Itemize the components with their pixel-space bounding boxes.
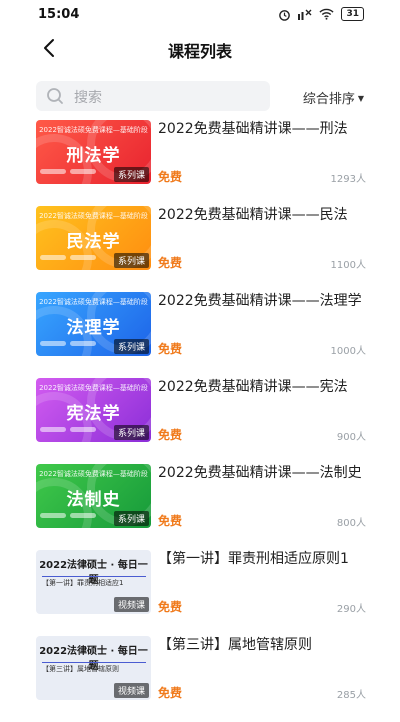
course-thumbnail: 2022法律硕士 · 每日一题 【第三讲】属地管辖原则 视频课	[36, 636, 151, 700]
course-thumbnail: 2022智诚法硕免费课程—基础阶段民法学 系列课	[36, 206, 151, 270]
thumb-pills	[40, 513, 96, 518]
course-title: 【第一讲】罪责刑相适应原则1	[158, 551, 349, 567]
course-thumbnail: 2022智诚法硕免费课程—基础阶段法制史 系列课	[36, 464, 151, 528]
course-price: 免费	[158, 170, 183, 184]
thumb-header: 2022智诚法硕免费课程—基础阶段	[39, 212, 148, 220]
thumb-title: 法制史	[66, 490, 121, 510]
thumb-title: 刑法学	[66, 146, 121, 166]
thumb-header: 2022智诚法硕免费课程—基础阶段	[39, 298, 148, 306]
course-title: 2022免费基础精讲课——法制史	[158, 465, 362, 481]
course-title: 2022免费基础精讲课——法理学	[158, 293, 362, 309]
thumb-header: 2022智诚法硕免费课程—基础阶段	[39, 384, 148, 392]
sort-dropdown[interactable]: 综合排序 ▼	[303, 88, 364, 107]
course-type-badge: 系列课	[113, 425, 149, 440]
thumb-divider	[42, 576, 146, 577]
alarm-icon	[279, 9, 291, 21]
course-thumbnail: 2022智诚法硕免费课程—基础阶段宪法学 系列课	[36, 378, 151, 442]
thumb-divider	[42, 662, 146, 663]
course-item[interactable]: 2022智诚法硕免费课程—基础阶段民法学 系列课 2022免费基础精讲课——民法 免费…	[36, 206, 366, 292]
enrollment-count: 1100人	[330, 260, 366, 271]
course-price: 免费	[158, 342, 183, 356]
course-type-badge: 系列课	[113, 511, 149, 526]
status-icons: 31	[278, 7, 364, 21]
course-price: 免费	[158, 428, 183, 442]
wifi-icon	[319, 8, 335, 20]
search-icon	[47, 88, 63, 104]
course-thumbnail: 2022智诚法硕免费课程—基础阶段刑法学 系列课	[36, 120, 151, 184]
enrollment-count: 285人	[336, 690, 366, 701]
course-price: 免费	[158, 686, 183, 700]
thumb-title: 宪法学	[66, 404, 121, 424]
course-list: 2022智诚法硕免费课程—基础阶段 刑法学 系列课 2022免费基础精讲课——刑法 免费…	[36, 120, 366, 722]
course-item[interactable]: 2022智诚法硕免费课程—基础阶段刑法学 系列课 2022免费基础精讲课——刑法 免费…	[36, 120, 366, 206]
search-placeholder: 搜索	[74, 90, 102, 106]
course-type-badge: 视频课	[113, 597, 149, 612]
course-thumbnail: 2022智诚法硕免费课程—基础阶段法理学 系列课	[36, 292, 151, 356]
course-item[interactable]: 2022智诚法硕免费课程—基础阶段宪法学 系列课 2022免费基础精讲课——宪法 免费…	[36, 378, 366, 464]
signal-x-icon	[298, 9, 312, 20]
course-title: 2022免费基础精讲课——宪法	[158, 379, 348, 395]
sort-label: 综合排序	[302, 92, 355, 107]
status-bar: 15:04 31	[0, 0, 400, 30]
enrollment-count: 1000人	[330, 346, 366, 357]
course-item[interactable]: 2022智诚法硕免费课程—基础阶段法理学 系列课 2022免费基础精讲课——法理学免…	[36, 292, 366, 378]
course-item[interactable]: 2022法律硕士 · 每日一题 【第三讲】属地管辖原则 视频课 【第三讲】属地管辖原则…	[36, 636, 366, 722]
battery-indicator: 31	[341, 7, 364, 21]
course-item[interactable]: 2022智诚法硕免费课程—基础阶段法制史 系列课 2022免费基础精讲课——法制史免…	[36, 464, 366, 550]
course-title: 2022免费基础精讲课——刑法	[158, 121, 348, 137]
thumb-pills	[40, 427, 96, 432]
course-price: 免费	[158, 600, 183, 614]
course-price: 免费	[158, 514, 183, 528]
thumb-title: 法理学	[66, 318, 121, 338]
caret-down-icon: ▼	[357, 94, 364, 103]
course-title: 2022免费基础精讲课——民法	[158, 207, 348, 223]
thumb-pills	[40, 255, 96, 260]
enrollment-count: 1293人	[330, 174, 366, 185]
course-thumbnail: 2022法律硕士 · 每日一题 【第一讲】罪责刑相适应1 视频课	[36, 550, 151, 614]
course-type-badge: 系列课	[113, 339, 149, 354]
search-input[interactable]: 搜索	[36, 81, 270, 111]
thumb-title: 【第三讲】属地管辖原则	[42, 665, 119, 673]
enrollment-count: 290人	[336, 604, 366, 615]
thumb-title: 【第一讲】罪责刑相适应1	[42, 579, 124, 587]
status-time: 15:04	[38, 7, 80, 22]
course-type-badge: 系列课	[113, 167, 149, 182]
enrollment-count: 900人	[336, 432, 366, 443]
course-price: 免费	[158, 256, 183, 270]
header: 课程列表	[0, 30, 400, 70]
course-type-badge: 系列课	[113, 253, 149, 268]
thumb-title: 民法学	[66, 232, 121, 252]
course-type-badge: 视频课	[113, 683, 149, 698]
thumb-header: 2022智诚法硕免费课程—基础阶段	[39, 126, 148, 134]
course-title: 【第三讲】属地管辖原则	[158, 637, 312, 653]
thumb-header: 2022智诚法硕免费课程—基础阶段	[39, 470, 148, 478]
course-item[interactable]: 2022法律硕士 · 每日一题 【第一讲】罪责刑相适应1 视频课 【第一讲】罪责刑相适…	[36, 550, 366, 636]
enrollment-count: 800人	[336, 518, 366, 529]
thumb-pills	[40, 169, 96, 174]
page-title: 课程列表	[167, 42, 232, 61]
thumb-pills	[40, 341, 96, 346]
